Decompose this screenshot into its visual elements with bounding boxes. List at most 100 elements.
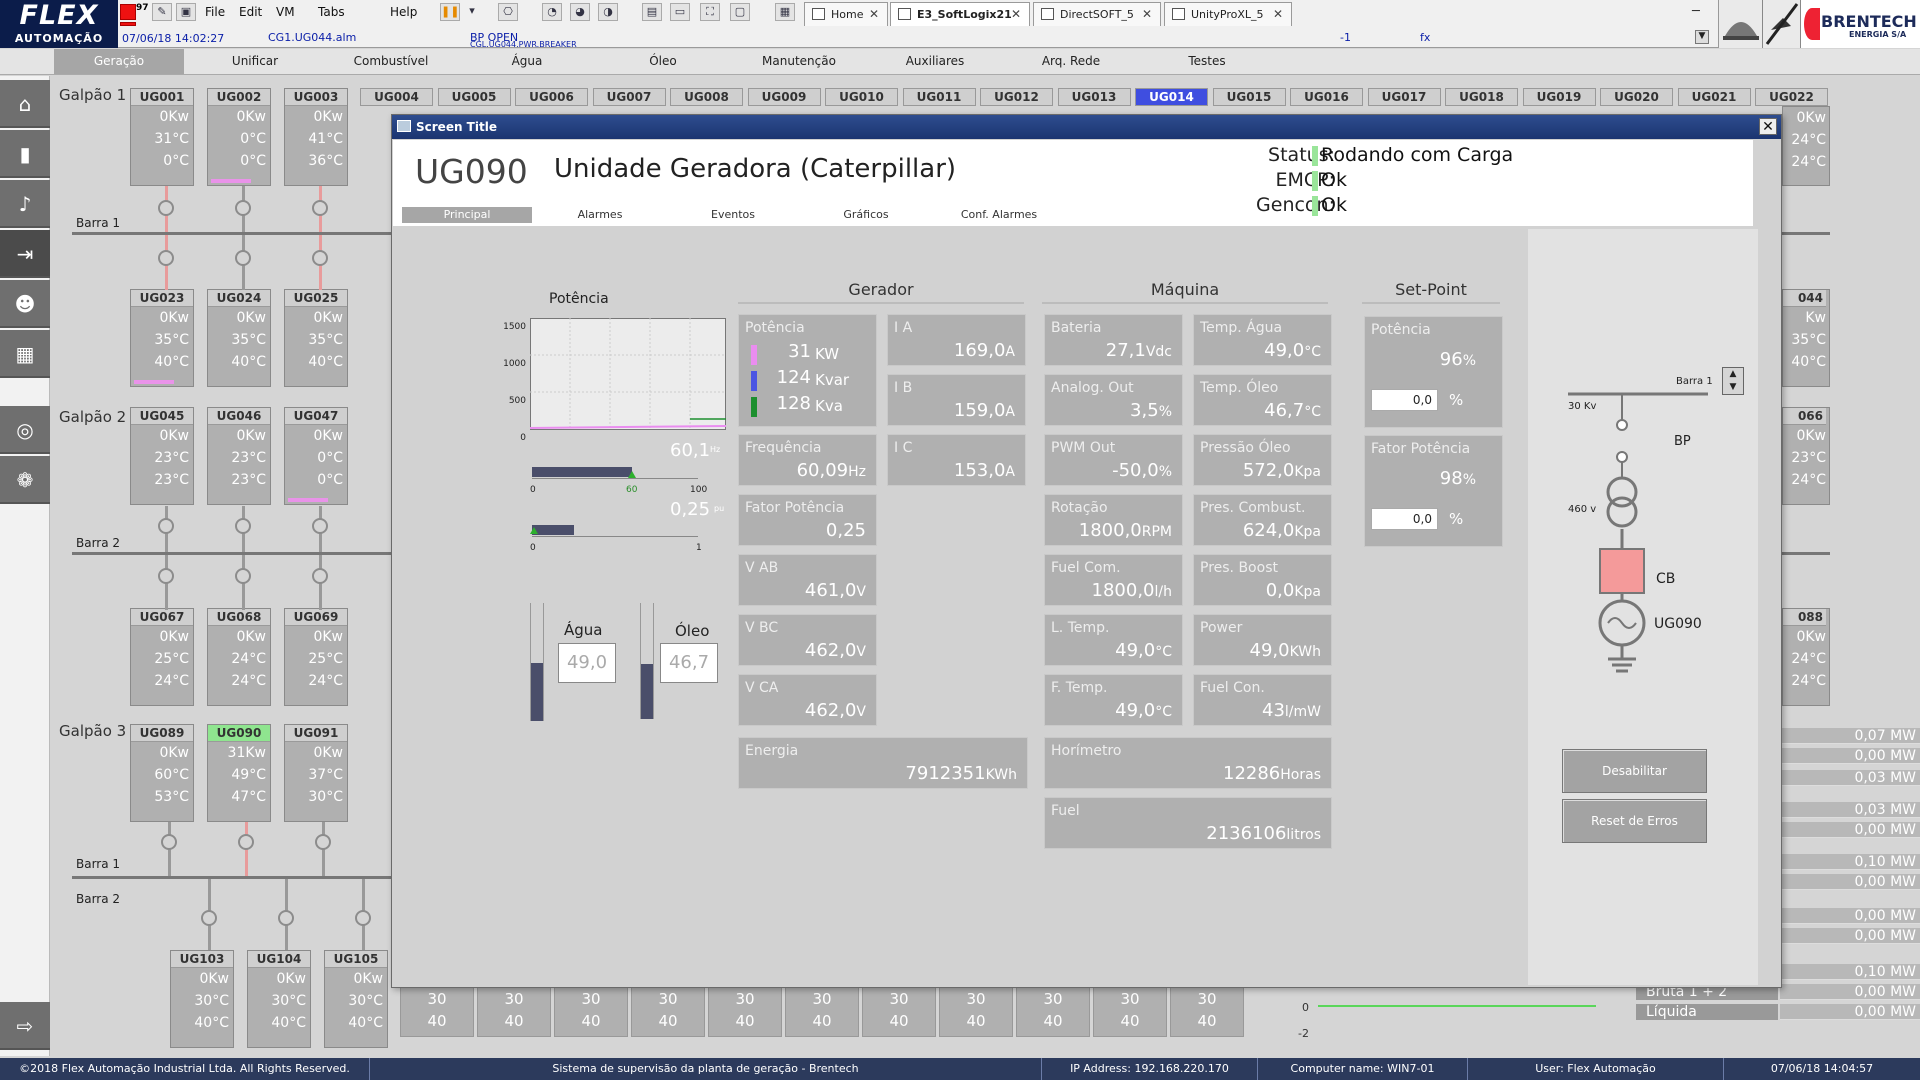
pin-icon[interactable]: ✎ xyxy=(152,3,172,21)
globe-icon[interactable]: ◎ xyxy=(0,406,50,454)
unit-header-ug006[interactable]: UG006 xyxy=(515,88,588,106)
generator-unit-card[interactable]: UG089 0Kw 60°C 53°C xyxy=(130,724,194,822)
disable-button[interactable]: Desabilitar xyxy=(1562,749,1707,793)
vm-icon[interactable]: ▣ xyxy=(176,3,196,21)
generator-unit-card[interactable]: UG023 0Kw 35°C 40°C xyxy=(130,289,194,387)
generator-unit-card[interactable]: UG103 0Kw 30°C 40°C xyxy=(170,950,234,1048)
unit-header-ug009[interactable]: UG009 xyxy=(747,88,821,106)
minimize-icon[interactable]: ─ xyxy=(1692,4,1700,19)
generator-unit-card[interactable]: UG045 0Kw 23°C 23°C xyxy=(130,407,194,505)
unit-header-ug005[interactable]: UG005 xyxy=(437,88,511,106)
revert-icon[interactable]: ◕ xyxy=(570,3,590,21)
generator-unit-card[interactable]: UG105 0Kw 30°C 40°C xyxy=(324,950,388,1048)
dialog-titlebar[interactable]: Screen Title ✕ xyxy=(392,115,1781,139)
bus-selector-arrows-icon[interactable]: ▲ ▼ xyxy=(1722,367,1744,395)
menu-help[interactable]: Help xyxy=(390,5,417,19)
logout-icon[interactable]: ⇨ xyxy=(0,1002,50,1050)
reset-errors-button[interactable]: Reset de Erros xyxy=(1562,799,1707,843)
close-icon[interactable]: ✕ xyxy=(1273,7,1283,21)
helmet-icon[interactable] xyxy=(1719,0,1763,48)
unit-header-ug016[interactable]: UG016 xyxy=(1290,88,1363,106)
unit-header-ug013[interactable]: UG013 xyxy=(1057,88,1131,106)
unit-card-partial[interactable]: 0Kw 24°C 24°C xyxy=(1782,106,1830,186)
tab-principal[interactable]: Principal xyxy=(402,207,532,223)
mute-icon[interactable] xyxy=(1763,0,1801,48)
calculator-icon[interactable]: ▦ xyxy=(0,330,50,378)
generator-unit-card[interactable]: UG024 0Kw 35°C 40°C xyxy=(207,289,271,387)
unit-header-ug007[interactable]: UG007 xyxy=(592,88,666,106)
chevron-down-icon[interactable]: ▾ xyxy=(462,3,482,21)
tab-e3-softlogix21[interactable]: E3_SoftLogix21 ✕ xyxy=(890,2,1030,26)
unit-header-ug015[interactable]: UG015 xyxy=(1212,88,1286,106)
generator-unit-card[interactable]: UG047 0Kw 0°C 0°C xyxy=(284,407,348,505)
unit-card-partial[interactable]: 088 0Kw 24°C 24°C xyxy=(1782,608,1830,706)
unit-header-ug014[interactable]: UG014 xyxy=(1135,88,1208,106)
generator-unit-card[interactable]: UG046 0Kw 23°C 23°C xyxy=(207,407,271,505)
login-icon[interactable]: ⇥ xyxy=(0,230,50,278)
close-icon[interactable]: ✕ xyxy=(1142,7,1152,21)
setpoint-fp-input[interactable]: 0,0 xyxy=(1371,508,1438,530)
generator-unit-card[interactable]: UG003 0Kw 41°C 36°C xyxy=(284,88,348,186)
unit-header-ug011[interactable]: UG011 xyxy=(902,88,976,106)
bell-icon[interactable]: ♪ xyxy=(0,180,50,228)
unit-header-ug019[interactable]: UG019 xyxy=(1522,88,1596,106)
generator-unit-card[interactable]: UG001 0Kw 31°C 0°C xyxy=(130,88,194,186)
unit-header-ug020[interactable]: UG020 xyxy=(1600,88,1673,106)
nav-oleo[interactable]: Óleo xyxy=(598,49,728,74)
generator-unit-card[interactable]: UG068 0Kw 24°C 24°C xyxy=(207,608,271,706)
generator-unit-card[interactable]: UG090 31Kw 49°C 47°C xyxy=(207,724,271,822)
menu-file[interactable]: File xyxy=(205,5,225,19)
chart-icon[interactable]: ▮ xyxy=(0,130,50,178)
unit-header-ug012[interactable]: UG012 xyxy=(980,88,1053,106)
alarm-dropdown-chevron-icon[interactable]: ▼ xyxy=(1695,30,1709,44)
tab-directsoft-5[interactable]: DirectSOFT_5 ✕ xyxy=(1033,2,1161,26)
fullscreen-icon[interactable]: ⛶ xyxy=(700,3,720,21)
nav-manutencao[interactable]: Manutenção xyxy=(734,49,864,74)
palette-icon[interactable]: ❁ xyxy=(0,456,50,504)
alarm-bell-icon[interactable] xyxy=(120,4,136,20)
unity-icon[interactable]: ▢ xyxy=(730,3,750,21)
generator-unit-card[interactable]: UG002 0Kw 0°C 0°C xyxy=(207,88,271,186)
nav-agua[interactable]: Água xyxy=(462,49,592,74)
nav-combustivel[interactable]: Combustível xyxy=(326,49,456,74)
unit-card-partial[interactable]: 066 0Kw 23°C 24°C xyxy=(1782,407,1830,505)
close-icon[interactable]: ✕ xyxy=(1011,7,1021,21)
console-icon[interactable]: ▦ xyxy=(775,3,795,21)
generator-unit-card[interactable]: UG067 0Kw 25°C 24°C xyxy=(130,608,194,706)
unit-header-ug017[interactable]: UG017 xyxy=(1367,88,1441,106)
network-icon[interactable]: ⎔ xyxy=(498,3,518,21)
nav-arq-rede[interactable]: Arq. Rede xyxy=(1006,49,1136,74)
generator-unit-card[interactable]: UG104 0Kw 30°C 40°C xyxy=(247,950,311,1048)
user-icon[interactable]: ☻ xyxy=(0,280,50,328)
pause-icon[interactable]: ❚❚ xyxy=(440,3,460,21)
nav-testes[interactable]: Testes xyxy=(1142,49,1272,74)
tab-unityproxl-5[interactable]: UnityProXL_5 ✕ xyxy=(1164,2,1292,26)
unit-header-ug022[interactable]: UG022 xyxy=(1755,88,1828,106)
setpoint-potencia-input[interactable]: 0,0 xyxy=(1371,389,1438,411)
thumbnail-icon[interactable]: ▭ xyxy=(670,3,690,21)
unit-header-ug021[interactable]: UG021 xyxy=(1677,88,1751,106)
tab-conf-alarmes[interactable]: Conf. Alarmes xyxy=(934,207,1064,223)
sidebar-toggle-icon[interactable]: ▤ xyxy=(642,3,662,21)
tab-home[interactable]: Home ✕ xyxy=(804,2,888,26)
manage-icon[interactable]: ◑ xyxy=(598,3,618,21)
unit-header-ug004[interactable]: UG004 xyxy=(360,88,433,106)
nav-unificar[interactable]: Unificar xyxy=(190,49,320,74)
home-icon[interactable]: ⌂ xyxy=(0,80,50,128)
tab-alarmes[interactable]: Alarmes xyxy=(535,207,665,223)
nav-geracao[interactable]: Geração xyxy=(54,49,184,74)
dialog-close-icon[interactable]: ✕ xyxy=(1759,118,1777,135)
tab-graficos[interactable]: Gráficos xyxy=(801,207,931,223)
menu-view[interactable]: VM xyxy=(276,5,295,19)
menu-edit[interactable]: Edit xyxy=(239,5,262,19)
menu-tabs[interactable]: Tabs xyxy=(318,5,345,19)
snapshot-icon[interactable]: ◔ xyxy=(542,3,562,21)
nav-auxiliares[interactable]: Auxiliares xyxy=(870,49,1000,74)
generator-unit-card[interactable]: UG025 0Kw 35°C 40°C xyxy=(284,289,348,387)
close-icon[interactable]: ✕ xyxy=(869,7,879,21)
unit-header-ug018[interactable]: UG018 xyxy=(1445,88,1518,106)
generator-unit-card[interactable]: UG091 0Kw 37°C 30°C xyxy=(284,724,348,822)
generator-unit-card[interactable]: UG069 0Kw 25°C 24°C xyxy=(284,608,348,706)
unit-header-ug008[interactable]: UG008 xyxy=(670,88,743,106)
tab-eventos[interactable]: Eventos xyxy=(668,207,798,223)
